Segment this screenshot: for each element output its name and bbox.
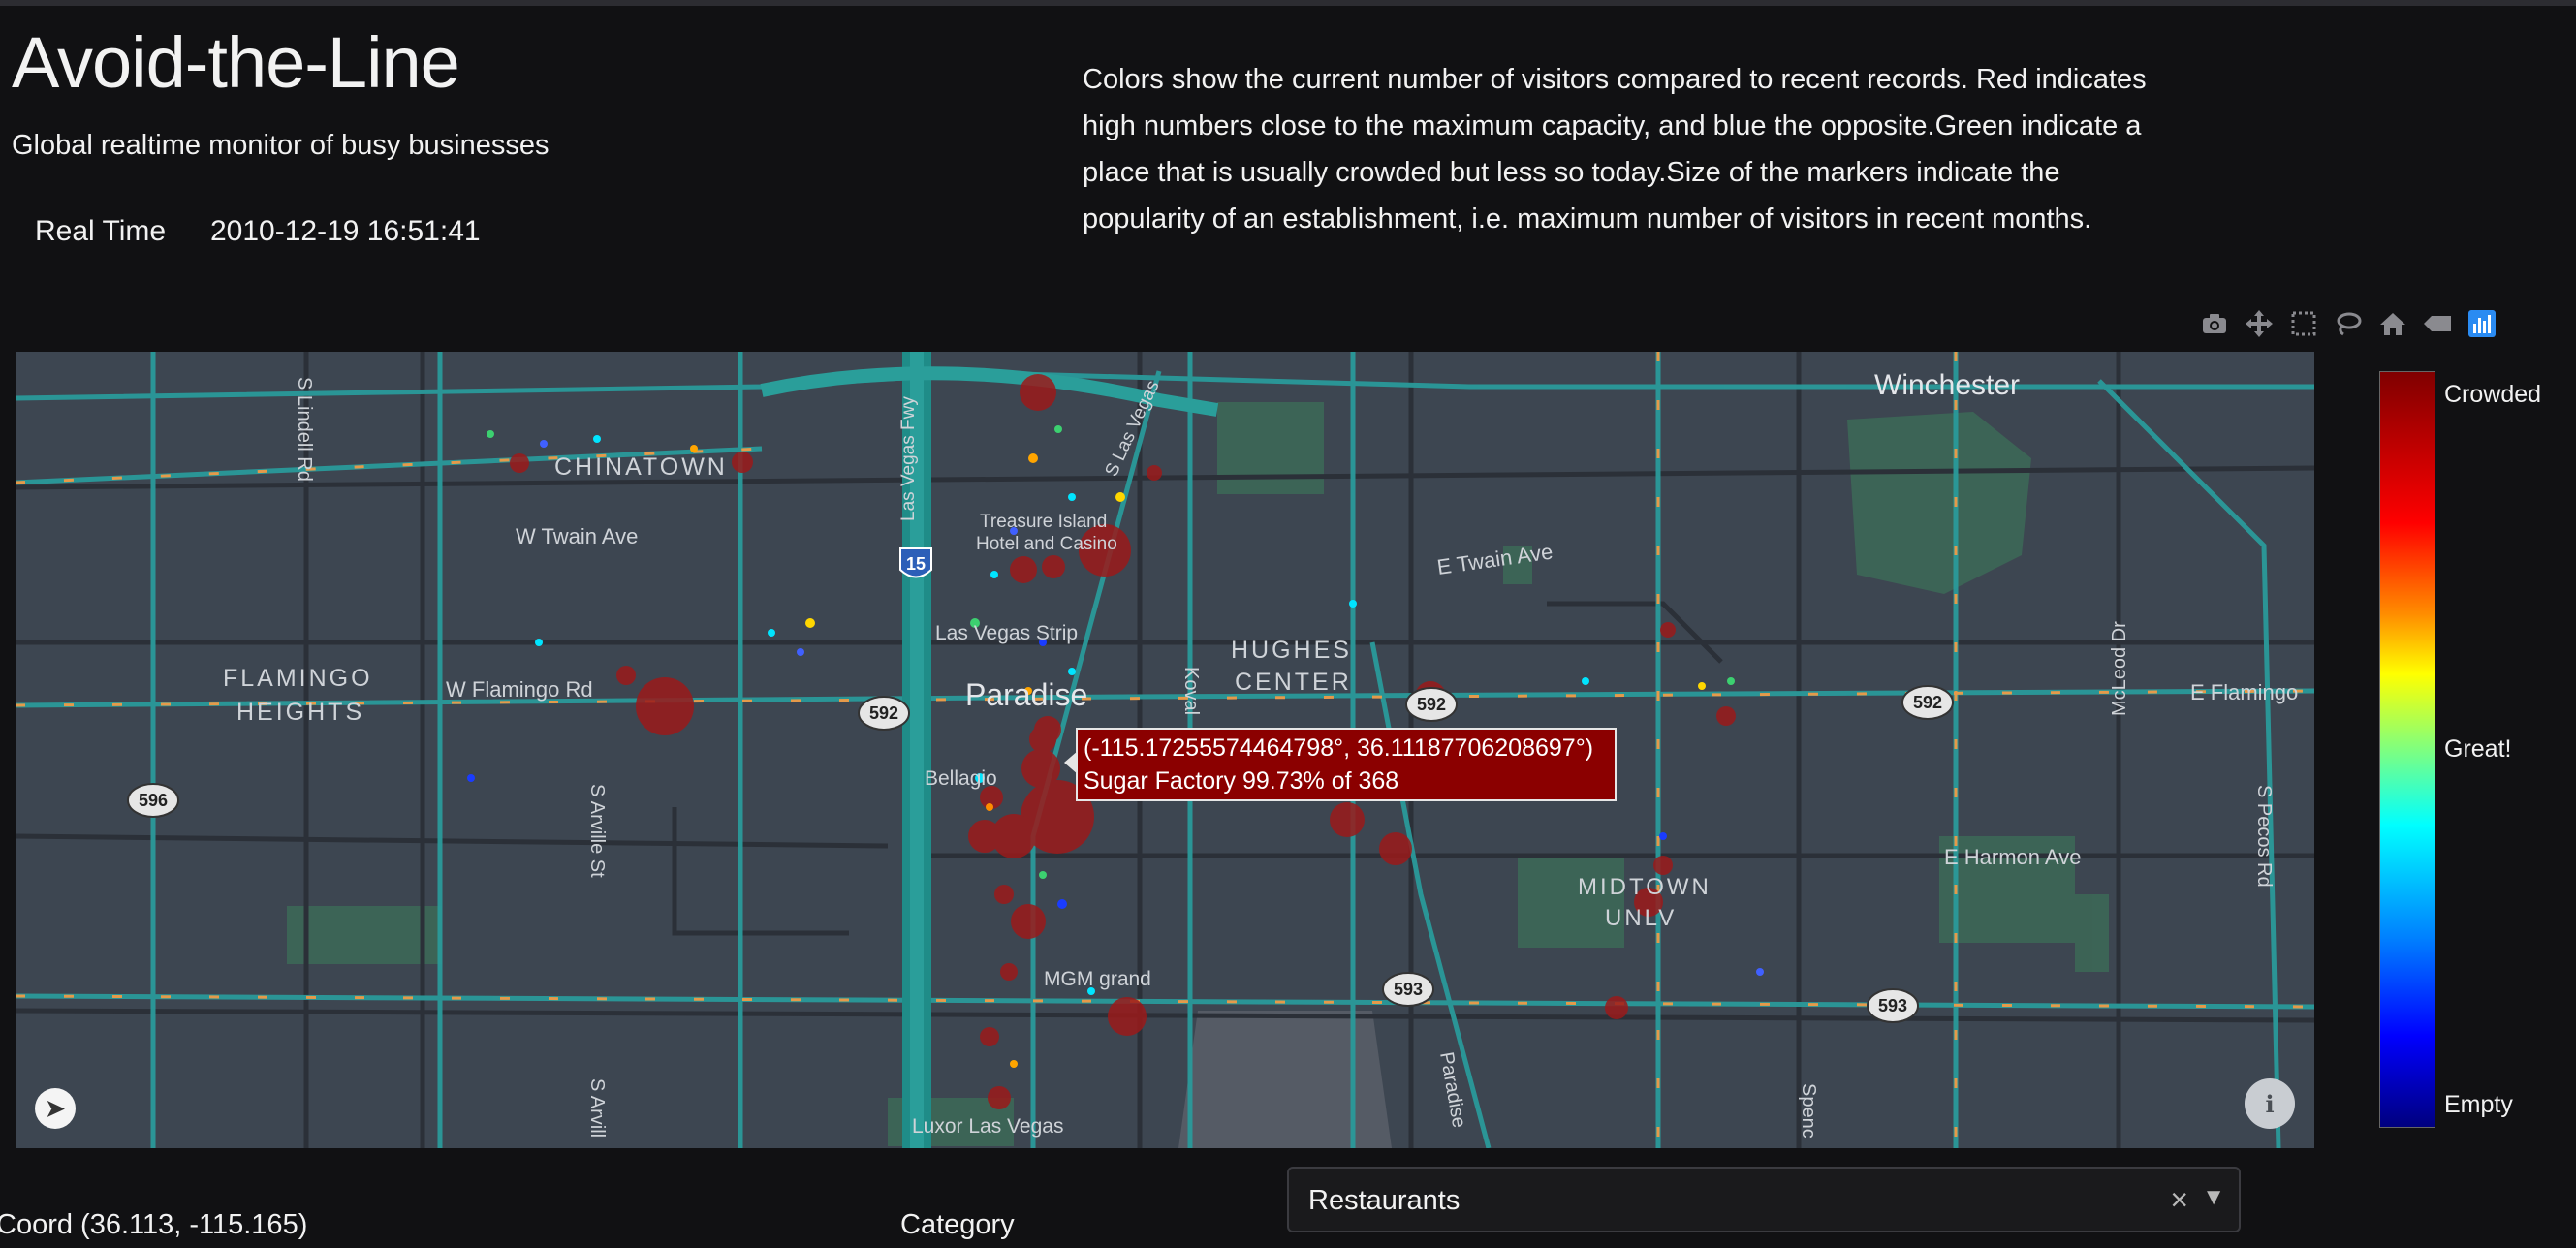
camera-icon[interactable]	[2192, 304, 2237, 343]
map-label-w-flamingo: W Flamingo Rd	[446, 677, 593, 702]
map-label-winchester: Winchester	[1874, 369, 2020, 401]
category-select-value: Restaurants	[1308, 1185, 1461, 1216]
route-593-shield-west: 593	[1382, 972, 1434, 1007]
realtime-label: Real Time	[35, 215, 167, 247]
svg-text:596: 596	[139, 791, 168, 810]
map-label-midtown-1: MIDTOWN	[1578, 874, 1712, 900]
map-label-spencer: Spenc	[1798, 1083, 1819, 1139]
map-label-hughes-2: CENTER	[1235, 669, 1352, 696]
map-label-lindell: S Lindell Rd	[294, 377, 315, 482]
map-label-flamingo-heights-2: HEIGHTS	[236, 699, 364, 726]
map-label-arville: S Arville St	[586, 784, 608, 878]
compass-reset-icon[interactable]: ➤	[35, 1088, 76, 1129]
map-label-koval: Koval	[1180, 667, 1202, 715]
hover-tooltip: (-115.17255574464798°, 36.11187706208697…	[1064, 728, 1617, 801]
route-596-shield: 596	[127, 783, 179, 818]
route-592-shield-center: 592	[1405, 687, 1458, 722]
tooltip-coords: (-115.17255574464798°, 36.11187706208697…	[1084, 734, 1594, 762]
page-subtitle: Global realtime monitor of busy business…	[12, 130, 550, 161]
plot-modebar	[2192, 304, 2504, 343]
colorbar-middle-label: Great!	[2444, 735, 2512, 763]
clear-icon[interactable]: ×	[2170, 1182, 2188, 1218]
chevron-down-icon[interactable]: ▼	[2202, 1184, 2225, 1211]
home-icon[interactable]	[2371, 304, 2415, 343]
colorbar-bottom-label: Empty	[2444, 1091, 2513, 1118]
lasso-icon[interactable]	[2326, 304, 2371, 343]
map-label-bellagio: Bellagio	[925, 767, 997, 790]
map-label-hughes-1: HUGHES	[1231, 637, 1352, 664]
map-label-treasure-2: Hotel and Casino	[976, 534, 1117, 554]
map-label-pecos: S Pecos Rd	[2253, 785, 2275, 888]
coord-readout: Coord (36.113, -115.165)	[0, 1209, 308, 1240]
map-label-chinatown: CHINATOWN	[554, 453, 728, 481]
map-label-mgm: MGM grand	[1044, 968, 1151, 990]
map-label-treasure-1: Treasure Island	[980, 512, 1107, 532]
svg-text:15: 15	[906, 554, 926, 574]
route-592-shield-east: 592	[1901, 685, 1954, 720]
map-label-lv-fwy: Las Vegas Fwy	[898, 396, 919, 521]
route-593-shield-east: 593	[1867, 988, 1919, 1023]
map-label-e-flamingo: E Flamingo	[2190, 680, 2298, 704]
map-label-lv-strip: Las Vegas Strip	[935, 622, 1078, 644]
tooltip-text: Sugar Factory 99.73% of 368	[1084, 767, 1399, 795]
colorbar	[2379, 371, 2435, 1128]
map-info-icon[interactable]: i	[2245, 1078, 2295, 1129]
svg-text:592: 592	[1417, 695, 1446, 714]
svg-text:592: 592	[869, 703, 898, 723]
map-label-luxor: Luxor Las Vegas	[912, 1115, 1063, 1138]
svg-text:593: 593	[1878, 996, 1907, 1015]
category-select[interactable]: Restaurants × ▼	[1287, 1167, 2241, 1232]
category-label: Category	[900, 1209, 1015, 1240]
svg-text:592: 592	[1913, 693, 1942, 712]
route-592-shield-west: 592	[858, 696, 910, 731]
page-title: Avoid-the-Line	[12, 22, 460, 103]
svg-text:593: 593	[1394, 980, 1423, 999]
map-label-flamingo-heights-1: FLAMINGO	[223, 665, 373, 692]
plotly-logo-icon[interactable]	[2460, 304, 2504, 343]
map-label-mcleod: McLeod Dr	[2109, 621, 2130, 716]
description-text: Colors show the current number of visito…	[1083, 64, 2147, 234]
colorbar-top-label: Crowded	[2444, 381, 2542, 408]
pan-icon[interactable]	[2237, 304, 2281, 343]
realtime-value: 2010-12-19 16:51:41	[210, 215, 481, 247]
interstate-15-shield: 15	[899, 547, 932, 578]
top-bar	[0, 0, 2576, 6]
map-label-midtown-2: UNLV	[1605, 905, 1677, 931]
box-select-icon[interactable]	[2281, 304, 2326, 343]
map-label-e-harmon: E Harmon Ave	[1944, 845, 2081, 869]
map-label-w-twain: W Twain Ave	[516, 524, 638, 548]
map-label-arville-2: S Arvill	[586, 1078, 608, 1138]
map-label-paradise: Paradise	[965, 677, 1087, 712]
hover-closest-icon[interactable]	[2415, 304, 2460, 343]
